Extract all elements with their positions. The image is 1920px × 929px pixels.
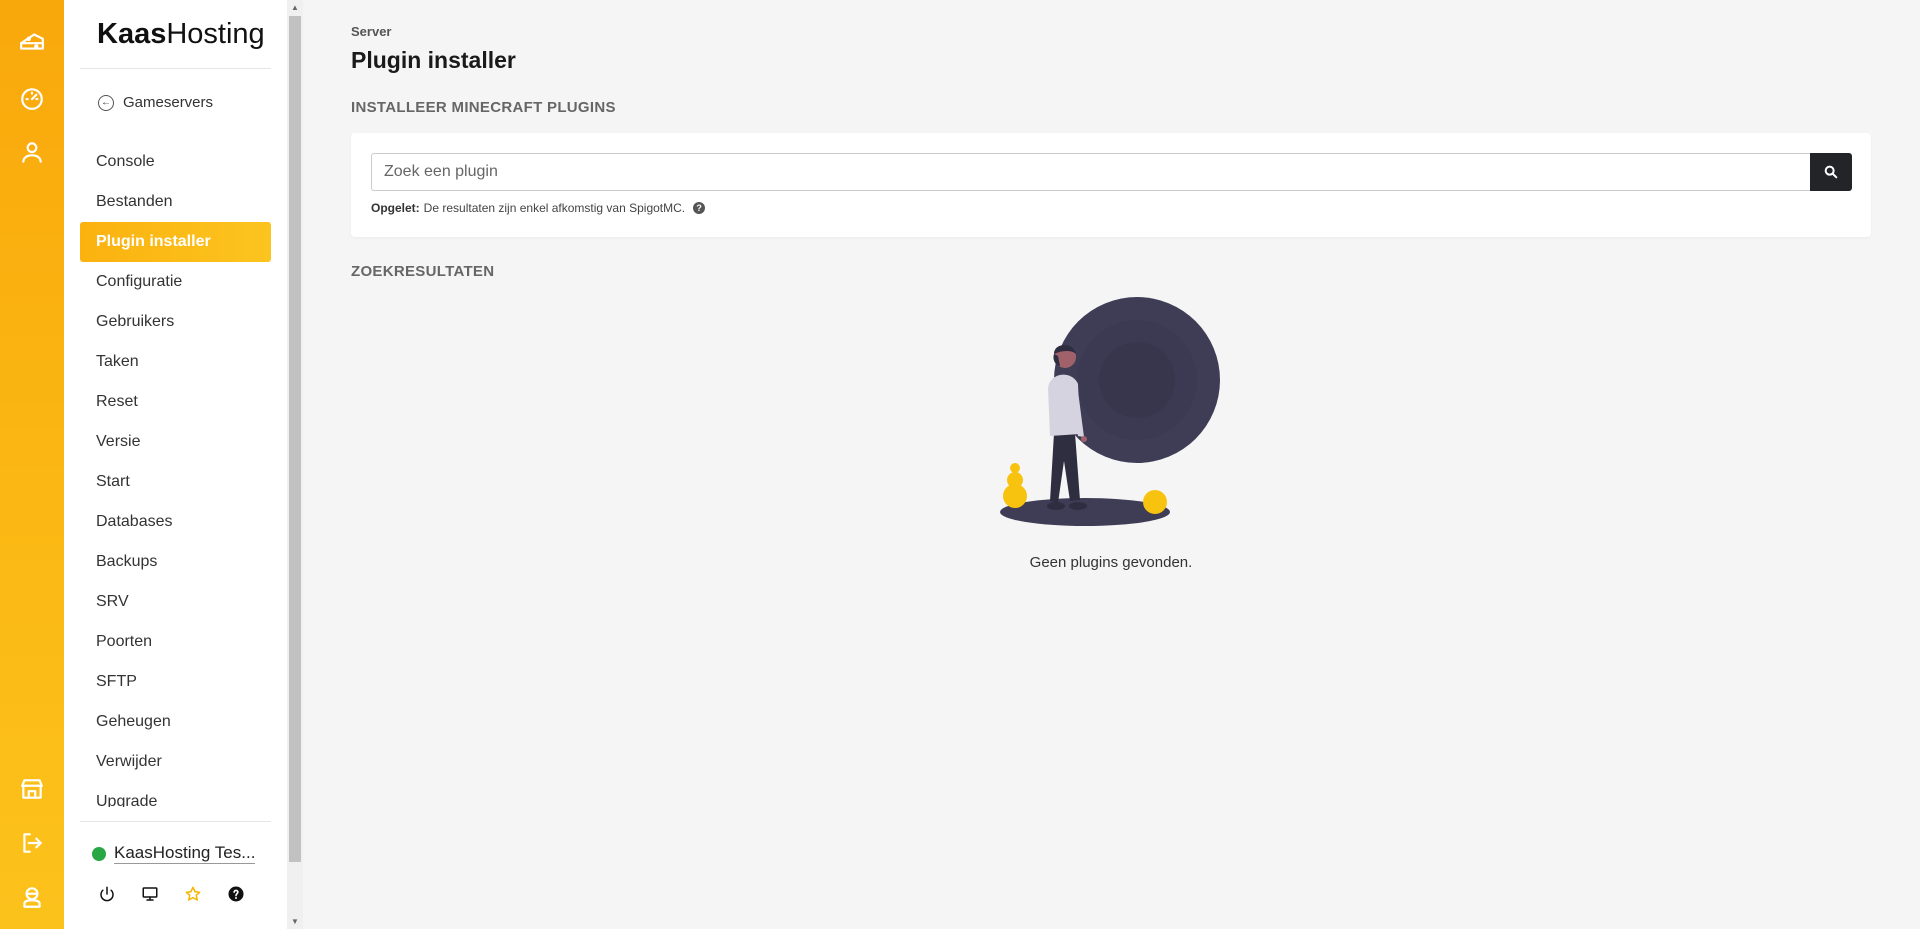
sidebar-item-start[interactable]: Start (80, 462, 271, 502)
empty-state-text: Geen plugins gevonden. (1029, 554, 1193, 571)
sidebar-item-upgrade[interactable]: Upgrade (80, 782, 271, 807)
sidebar-item-geheugen[interactable]: Geheugen (80, 702, 271, 742)
divider (80, 821, 271, 822)
server-selector[interactable]: KaasHosting Tes... (92, 843, 256, 864)
user-icon[interactable] (14, 134, 50, 170)
logout-icon[interactable] (14, 825, 50, 861)
sidebar-item-console[interactable]: Console (80, 142, 271, 182)
sidebar-item-sftp[interactable]: SFTP (80, 662, 271, 702)
monitor-icon[interactable] (140, 884, 159, 903)
arrow-left-circle-icon: ← (98, 94, 114, 111)
sidebar-item-plugin-installer[interactable]: Plugin installer (80, 222, 271, 262)
support-agent-icon[interactable] (14, 879, 50, 915)
sidebar-item-backups[interactable]: Backups (80, 542, 271, 582)
dashboard-gauge-icon[interactable] (14, 80, 50, 116)
server-actions (97, 884, 245, 903)
page-title: Plugin installer (351, 47, 516, 73)
status-dot (92, 846, 106, 861)
sidebar-item-poorten[interactable]: Poorten (80, 622, 271, 662)
page-pretitle: Server (351, 24, 392, 39)
sidebar: KaasHosting ← Gameservers Console Bestan… (64, 0, 287, 929)
power-icon[interactable] (97, 884, 116, 903)
sidebar-item-bestanden[interactable]: Bestanden (80, 182, 271, 222)
sidebar-scrollbar[interactable]: ▲ ▼ (287, 0, 303, 929)
section-heading-install: INSTALLEER MINECRAFT PLUGINS (351, 99, 616, 116)
note-text: De resultaten zijn enkel afkomstig van S… (423, 201, 686, 215)
search-group (371, 153, 1852, 191)
cheese-logo-icon[interactable] (14, 23, 50, 59)
sidebar-item-versie[interactable]: Versie (80, 422, 271, 462)
scroll-down-arrow-icon[interactable]: ▼ (291, 917, 299, 926)
sidebar-item-srv[interactable]: SRV (80, 582, 271, 622)
scroll-up-arrow-icon[interactable]: ▲ (291, 3, 299, 12)
brand-logo[interactable]: KaasHosting (97, 18, 265, 51)
sidebar-item-configuratie[interactable]: Configuratie (80, 262, 271, 302)
empty-state-illustration (1000, 297, 1220, 526)
sidebar-item-databases[interactable]: Databases (80, 502, 271, 542)
search-button[interactable] (1810, 153, 1852, 191)
note-label: Opgelet: (371, 201, 420, 215)
sidebar-item-taken[interactable]: Taken (80, 342, 271, 382)
icon-rail (0, 0, 64, 929)
sidebar-menu: Console Bestanden Plugin installer Confi… (80, 142, 271, 807)
search-icon (1824, 165, 1838, 179)
question-circle-icon[interactable]: ? (693, 202, 706, 214)
plugin-search-input[interactable] (371, 153, 1810, 191)
sidebar-item-gebruikers[interactable]: Gebruikers (80, 302, 271, 342)
section-heading-results: ZOEKRESULTATEN (351, 263, 495, 280)
search-note: Opgelet: De resultaten zijn enkel afkoms… (371, 201, 706, 215)
store-icon[interactable] (14, 771, 50, 807)
back-label: Gameservers (123, 94, 214, 111)
scrollbar-thumb[interactable] (289, 16, 301, 862)
star-icon[interactable] (183, 884, 202, 903)
divider (80, 68, 271, 69)
sidebar-item-verwijder[interactable]: Verwijder (80, 742, 271, 782)
sidebar-item-reset[interactable]: Reset (80, 382, 271, 422)
plugin-search-card: Opgelet: De resultaten zijn enkel afkoms… (351, 133, 1871, 237)
server-name[interactable]: KaasHosting Tes... (114, 843, 256, 864)
help-icon[interactable] (226, 884, 245, 903)
back-to-gameservers-link[interactable]: ← Gameservers (98, 94, 213, 111)
